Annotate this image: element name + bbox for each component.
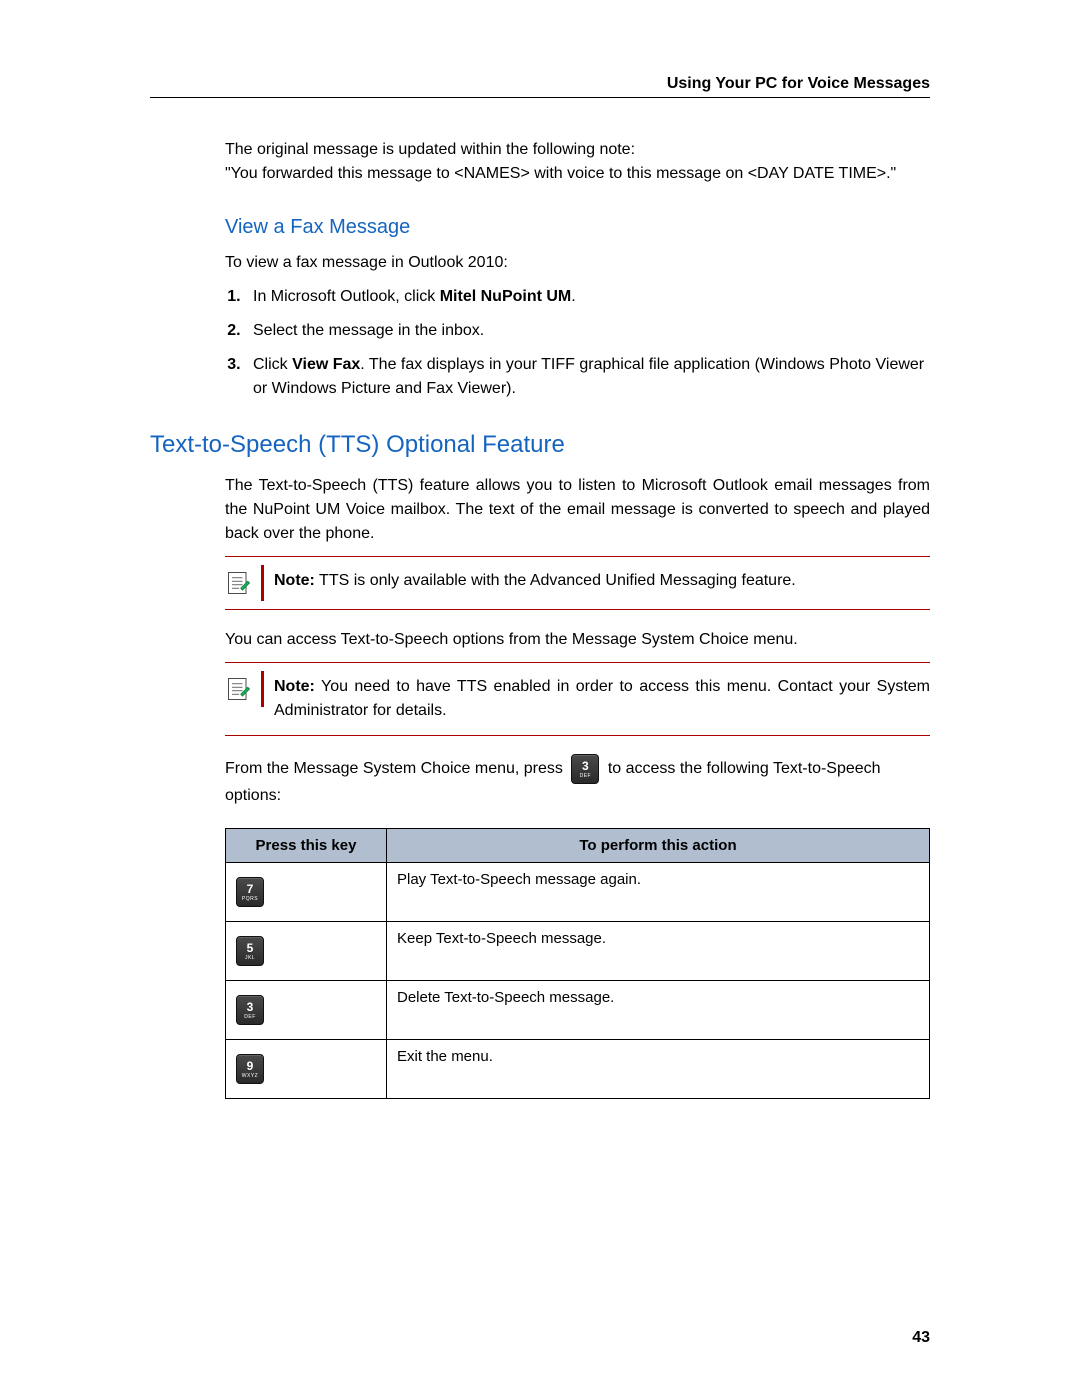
phone-key-9: 9 WXYZ	[236, 1054, 264, 1084]
phone-key-3: 3 DEF	[571, 754, 599, 784]
table-row: 9 WXYZ Exit the menu.	[226, 1040, 930, 1099]
key-digit: 3	[582, 760, 589, 772]
note-icon	[225, 675, 253, 703]
tts-paragraph-1: The Text-to-Speech (TTS) feature allows …	[225, 474, 930, 546]
document-page: Using Your PC for Voice Messages The ori…	[0, 0, 1080, 1397]
action-cell: Delete Text-to-Speech message.	[387, 981, 930, 1040]
step-post: .	[571, 288, 575, 305]
col-head-key: Press this key	[226, 829, 387, 863]
fax-steps-list: In Microsoft Outlook, click Mitel NuPoin…	[225, 285, 930, 401]
action-cell: Exit the menu.	[387, 1040, 930, 1099]
tts-section-title: Text-to-Speech (TTS) Optional Feature	[150, 431, 930, 459]
key-digit: 5	[247, 942, 254, 954]
key-cell: 7 PQRS	[226, 863, 387, 922]
tts-options-table: Press this key To perform this action 7 …	[225, 828, 930, 1099]
step-text: Click	[253, 356, 292, 373]
key-digit: 9	[247, 1060, 254, 1072]
note-body: TTS is only available with the Advanced …	[315, 572, 796, 589]
action-cell: Play Text-to-Speech message again.	[387, 863, 930, 922]
intro-line-2: "You forwarded this message to <NAMES> w…	[225, 165, 896, 182]
tts-paragraph-2: You can access Text-to-Speech options fr…	[225, 628, 930, 652]
key-cell: 9 WXYZ	[226, 1040, 387, 1099]
intro-block: The original message is updated within t…	[225, 138, 930, 186]
note-body: You need to have TTS enabled in order to…	[274, 678, 930, 719]
note-text: Note: You need to have TTS enabled in or…	[274, 671, 930, 727]
phone-key-3: 3 DEF	[236, 995, 264, 1025]
intro-line-1: The original message is updated within t…	[225, 141, 635, 158]
page-header: Using Your PC for Voice Messages	[150, 75, 930, 98]
fax-step: Select the message in the inbox.	[245, 319, 930, 343]
note-box-1: Note: TTS is only available with the Adv…	[225, 556, 930, 610]
inline-phone-key: 3 DEF	[571, 754, 599, 784]
table-row: 7 PQRS Play Text-to-Speech message again…	[226, 863, 930, 922]
step-bold: View Fax	[292, 356, 360, 373]
note-text: Note: TTS is only available with the Adv…	[274, 565, 930, 597]
note-label: Note:	[274, 678, 315, 695]
fax-step: In Microsoft Outlook, click Mitel NuPoin…	[245, 285, 930, 309]
tts-paragraph-3: From the Message System Choice menu, pre…	[225, 754, 930, 808]
phone-key-5: 5 JKL	[236, 936, 264, 966]
key-letters: WXYZ	[242, 1074, 258, 1079]
table-row: 5 JKL Keep Text-to-Speech message.	[226, 922, 930, 981]
fax-step: Click View Fax. The fax displays in your…	[245, 353, 930, 401]
phone-key-7: 7 PQRS	[236, 877, 264, 907]
key-letters: PQRS	[242, 897, 258, 902]
note-box-2: Note: You need to have TTS enabled in or…	[225, 662, 930, 736]
table-header-row: Press this key To perform this action	[226, 829, 930, 863]
step-text: In Microsoft Outlook, click	[253, 288, 440, 305]
fax-section-title: View a Fax Message	[225, 216, 930, 239]
key-digit: 7	[247, 883, 254, 895]
key-digit: 3	[247, 1001, 254, 1013]
key-letters: JKL	[245, 956, 255, 961]
step-text: Select the message in the inbox.	[253, 322, 484, 339]
key-cell: 3 DEF	[226, 981, 387, 1040]
note-icon	[225, 569, 253, 597]
p3-pre: From the Message System Choice menu, pre…	[225, 760, 567, 777]
note-icon-wrap	[225, 565, 264, 601]
note-icon-wrap	[225, 671, 264, 707]
key-cell: 5 JKL	[226, 922, 387, 981]
fax-lead: To view a fax message in Outlook 2010:	[225, 251, 930, 275]
step-bold: Mitel NuPoint UM	[440, 288, 572, 305]
note-label: Note:	[274, 572, 315, 589]
action-cell: Keep Text-to-Speech message.	[387, 922, 930, 981]
header-title: Using Your PC for Voice Messages	[667, 75, 930, 92]
col-head-action: To perform this action	[387, 829, 930, 863]
key-letters: DEF	[244, 1015, 256, 1020]
key-letters: DEF	[580, 774, 592, 779]
table-row: 3 DEF Delete Text-to-Speech message.	[226, 981, 930, 1040]
page-number: 43	[912, 1329, 930, 1347]
